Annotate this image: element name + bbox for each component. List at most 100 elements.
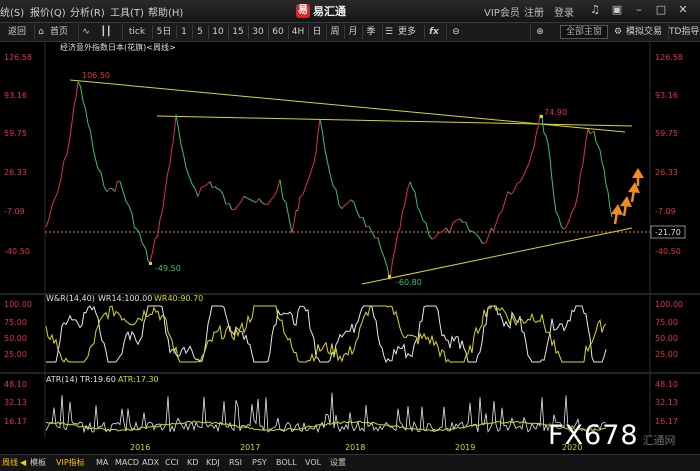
more-button[interactable]: 更多: [394, 25, 420, 39]
price-segment: [610, 208, 612, 217]
price-segment: [256, 199, 259, 203]
price-segment: [339, 205, 342, 208]
tab-settings[interactable]: 设置: [330, 457, 346, 469]
tab-adx[interactable]: ADX: [142, 457, 159, 469]
menu-analysis[interactable]: 分析(R): [70, 4, 105, 19]
price-segment: [420, 212, 423, 221]
price-segment: [575, 194, 578, 207]
tick-button[interactable]: tick: [122, 25, 151, 39]
tab-vip[interactable]: VIP指标: [56, 457, 85, 469]
period-1m[interactable]: 1: [176, 25, 191, 39]
price-segment: [536, 128, 538, 135]
price-segment: [436, 232, 440, 237]
wr40-line: [46, 306, 606, 362]
price-segment: [91, 131, 94, 148]
price-segment: [220, 190, 223, 195]
headset-icon[interactable]: ♫: [588, 3, 602, 17]
price-axis-left-6: -40.50: [4, 247, 30, 256]
price-axis-right-1: 126.58: [655, 53, 683, 62]
price-segment: [140, 233, 143, 242]
period-month[interactable]: 月: [344, 25, 361, 39]
price-segment: [184, 154, 187, 167]
price-segment: [499, 211, 502, 214]
price-segment: [300, 195, 303, 197]
trendline-top-short: [157, 116, 632, 126]
atr-axis-left-1: 48.10: [4, 380, 27, 389]
atr-axis-left-2: 32.13: [4, 398, 27, 407]
price-segment: [74, 97, 76, 106]
period-30m[interactable]: 30: [248, 25, 267, 39]
price-segment: [496, 215, 499, 224]
chart-line-icon[interactable]: ∿: [78, 25, 93, 39]
price-segment: [201, 186, 204, 187]
price-segment: [253, 201, 256, 203]
price-segment: [96, 159, 99, 168]
tab-psy[interactable]: PSY: [252, 457, 267, 469]
login-link[interactable]: 登录: [554, 4, 574, 19]
price-segment: [204, 185, 207, 187]
mock-trade-icon[interactable]: ⚙: [612, 25, 624, 39]
wr-indicator-label: W&R(14,40): [46, 294, 95, 303]
vip-link[interactable]: VIP会员: [484, 4, 520, 19]
tab-rsi[interactable]: RSI: [229, 457, 242, 469]
price-segment: [351, 200, 354, 203]
period-5d[interactable]: 5日: [152, 25, 175, 39]
minimize-icon[interactable]: –: [632, 3, 646, 17]
layout-select[interactable]: 全部主窗: [560, 25, 608, 39]
td-guide-button[interactable]: TD指导: [668, 25, 699, 39]
price-segment: [179, 129, 182, 145]
period-10m[interactable]: 10: [208, 25, 227, 39]
period-5m[interactable]: 5: [192, 25, 207, 39]
period-4h[interactable]: 4H: [288, 25, 307, 39]
price-segment: [556, 212, 559, 216]
register-link[interactable]: 注册: [524, 4, 544, 19]
back-button[interactable]: 返回: [6, 25, 28, 39]
period-week[interactable]: 周: [326, 25, 343, 39]
low-marker: [149, 262, 152, 265]
price-segment: [523, 170, 526, 177]
price-segment: [170, 150, 172, 163]
tab-kdj[interactable]: KDJ: [206, 457, 220, 469]
menu-quote[interactable]: 报价(Q): [30, 4, 66, 19]
zoom-in-icon[interactable]: ⊕: [530, 25, 549, 39]
tab-ma[interactable]: MA: [96, 457, 108, 469]
tab-cci[interactable]: CCI: [165, 457, 179, 469]
zoom-out-icon[interactable]: ⊖: [446, 25, 465, 39]
price-segment: [550, 158, 552, 179]
price-segment: [457, 219, 461, 220]
tab-macd[interactable]: MACD: [115, 457, 139, 469]
price-segment: [163, 192, 166, 211]
menu-system[interactable]: 统(S): [0, 4, 24, 19]
tab-boll[interactable]: BOLL: [276, 457, 297, 469]
price-segment: [466, 222, 469, 230]
period-60m[interactable]: 60: [268, 25, 287, 39]
tab-vol[interactable]: VOL: [305, 457, 321, 469]
chart-area[interactable]: 经济意外指数日本(花旗)<周线> 126.58 93.16 59.75 26.3…: [0, 42, 700, 454]
price-segment: [259, 199, 262, 203]
tab-kd[interactable]: KD: [187, 457, 198, 469]
home-button[interactable]: 首页: [46, 25, 72, 39]
scroll-left-icon[interactable]: ◀: [20, 457, 26, 469]
period-15m[interactable]: 15: [228, 25, 247, 39]
price-segment: [596, 142, 598, 146]
period-quarter[interactable]: 季: [362, 25, 379, 39]
price-segment: [590, 133, 592, 134]
tab-template[interactable]: 模板: [30, 457, 46, 469]
skin-icon[interactable]: ▣: [610, 3, 624, 17]
price-segment: [244, 196, 247, 198]
price-segment: [76, 82, 78, 98]
mock-trade-button[interactable]: 模拟交易: [624, 25, 664, 39]
price-segment: [286, 202, 289, 218]
formula-button[interactable]: fx: [424, 25, 443, 39]
menu-tools[interactable]: 工具(T): [110, 4, 144, 19]
annotation-low: -49.50: [155, 264, 181, 273]
tr-line: [46, 393, 606, 432]
price-segment: [342, 205, 345, 209]
maximize-icon[interactable]: □: [654, 3, 668, 17]
chart-bar-icon[interactable]: ┃┃: [96, 25, 116, 39]
period-day[interactable]: 日: [308, 25, 325, 39]
price-segment: [115, 181, 118, 191]
close-icon[interactable]: ✕: [676, 3, 690, 17]
menu-help[interactable]: 帮助(H): [148, 4, 183, 19]
wr40-value: WR40:90.70: [154, 294, 203, 303]
